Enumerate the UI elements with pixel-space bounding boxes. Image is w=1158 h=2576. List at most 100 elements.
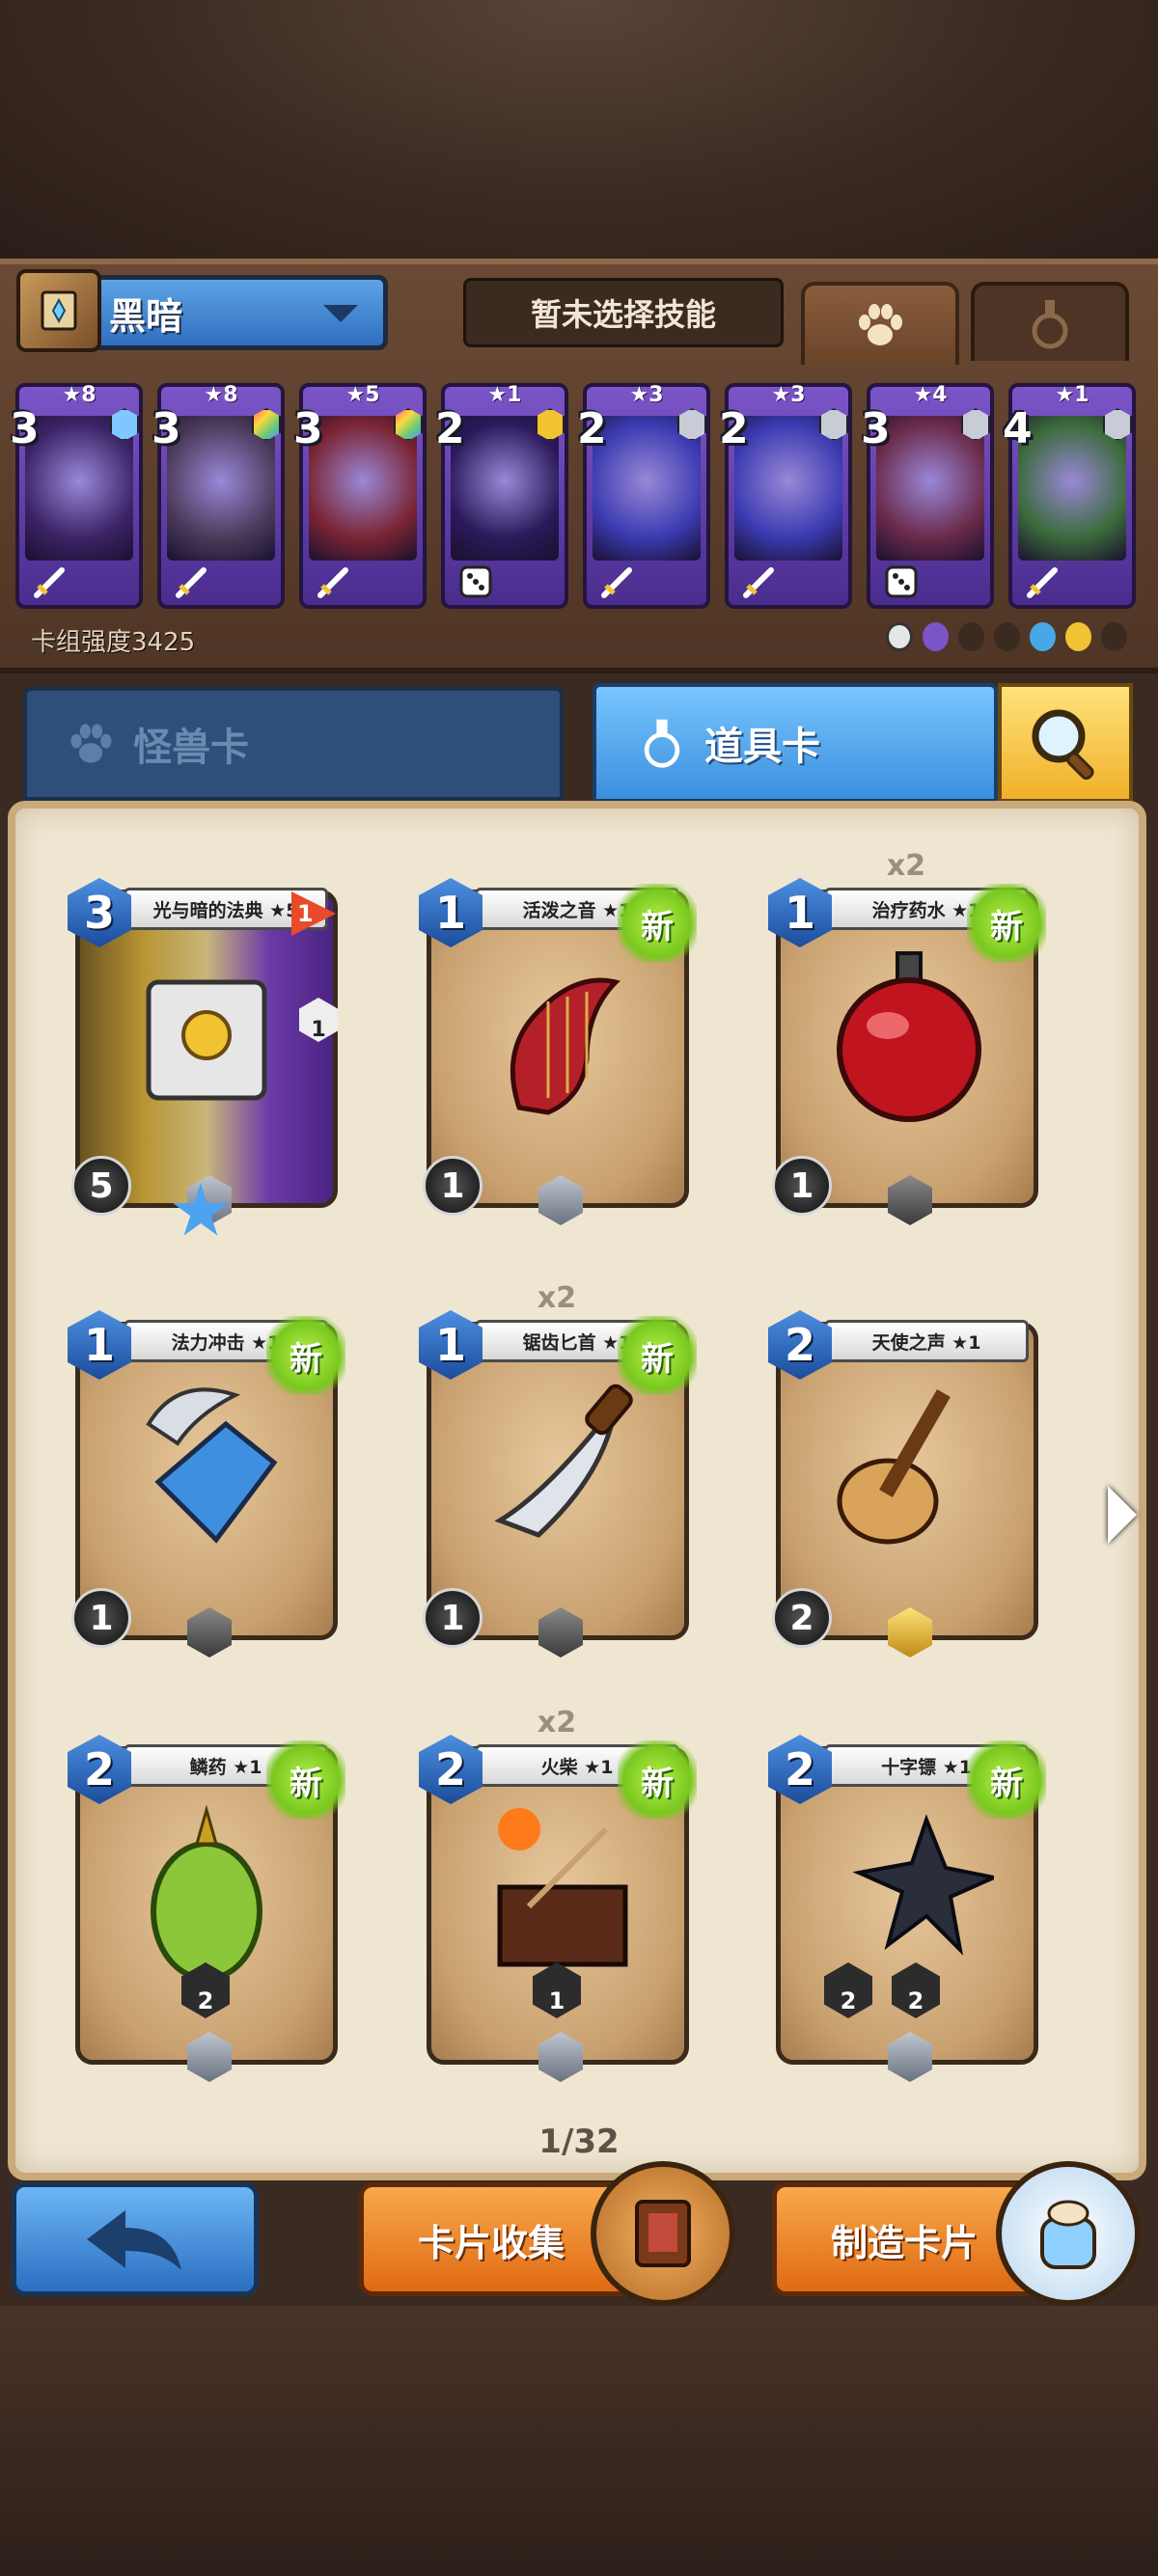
deck-card[interactable]: ★3 2: [577, 379, 710, 611]
item-art: [497, 1808, 628, 1967]
rarity-filter-icons: [886, 622, 1128, 657]
item-card[interactable]: x2 治疗药水 ★1 1 新 1: [766, 849, 1046, 1225]
card-stat: 1: [772, 1156, 832, 1216]
card-collection-panel: 光与暗的法典 ★5 3 5 1 1 活泼之音 ★1 1 新 1 x2 治疗药水 ★1 1 新 1 法力冲击 …: [8, 801, 1146, 2180]
deck-card-cost: 2: [435, 404, 465, 453]
card-stat: 2: [772, 1588, 832, 1648]
sword-icon: [315, 562, 353, 601]
monster-art: [451, 416, 559, 561]
item-card[interactable]: 法力冲击 ★1 1 新 1: [66, 1289, 345, 1658]
item-card[interactable]: 鳞药 ★1 2 新 2: [66, 1713, 345, 2082]
paw-jar-icon[interactable]: [996, 2161, 1141, 2306]
deck-card-cost: 3: [152, 404, 181, 453]
item-art: [494, 1384, 633, 1538]
next-page-arrow[interactable]: [1108, 1486, 1137, 1544]
new-badge: 新: [618, 1316, 697, 1395]
top-background: [0, 0, 1158, 260]
deck-card[interactable]: ★8 3: [152, 379, 285, 611]
potion-icon: [1032, 300, 1068, 349]
card-stat: 1: [423, 1588, 482, 1648]
common-icon: [886, 622, 913, 651]
monster-art: [167, 416, 275, 561]
monster-art: [309, 416, 417, 561]
item-art: [852, 1814, 994, 1956]
faction-dropdown[interactable]: 黑暗: [16, 269, 388, 352]
copy-count: x2: [537, 1281, 577, 1315]
item-art: [146, 1387, 278, 1544]
card-book-icon[interactable]: [591, 2161, 735, 2306]
water-icon: [1029, 622, 1056, 651]
dice-icon: [882, 562, 921, 601]
monster-art: [25, 416, 133, 561]
sword-icon: [31, 562, 69, 601]
tab-item-cards[interactable]: 道具卡: [593, 683, 998, 803]
paw-icon: [859, 304, 902, 345]
flame-icon: [1100, 622, 1128, 651]
page-indicator: 1/32: [538, 2123, 620, 2161]
deck-card[interactable]: ★1 4: [1003, 379, 1136, 611]
sword-icon: [173, 562, 211, 601]
copy-count: x2: [886, 849, 926, 883]
tab-monster-cards[interactable]: 怪兽卡: [23, 687, 564, 801]
item-art: [837, 1389, 951, 1545]
skill-selector[interactable]: 暂未选择技能: [463, 278, 784, 347]
item-art: [146, 979, 267, 1101]
deck-card-cost: 3: [10, 404, 40, 453]
card-collection-label: 卡片收集: [418, 2221, 565, 2264]
item-card[interactable]: 天使之声 ★1 2 2: [766, 1289, 1046, 1658]
item-card[interactable]: 活泼之音 ★1 1 新 1: [417, 857, 697, 1225]
deck-card[interactable]: ★1 2: [435, 379, 568, 611]
back-arrow-icon: [87, 2210, 181, 2270]
sword-icon: [1024, 562, 1062, 601]
bottom-background: [0, 2306, 1158, 2576]
card-stat: 1: [71, 1588, 131, 1648]
new-badge: 新: [967, 884, 1046, 963]
monster-art: [593, 416, 701, 561]
new-badge: 新: [618, 1740, 697, 1820]
paw-icon: [70, 724, 112, 763]
card-name: 天使之声 ★1: [824, 1320, 1029, 1362]
craft-card-label: 制造卡片: [831, 2221, 979, 2264]
item-art: [837, 951, 981, 1122]
deck-card-cost: 2: [577, 404, 607, 453]
fire-icon: [993, 622, 1020, 651]
deck-card-cost: 2: [719, 404, 749, 453]
back-button[interactable]: [12, 2182, 259, 2296]
sword-icon: [740, 562, 779, 601]
deck-power: 卡组强度3425: [31, 628, 196, 657]
item-art: [510, 977, 620, 1115]
deck-card-cost: 3: [293, 404, 323, 453]
faction-label: 黑暗: [109, 294, 183, 338]
new-badge: 新: [266, 1316, 345, 1395]
dice-icon: [456, 562, 495, 601]
item-card[interactable]: 十字镖 ★1 2 新 2 2: [766, 1713, 1046, 2082]
tab-item-skills[interactable]: [971, 282, 1129, 361]
deck-card-row: ★8 3 ★8 3 ★5 3 ★1 2 ★3 2 ★3 2 ★4 3 ★1 4: [10, 379, 1144, 611]
copy-count: x2: [537, 1706, 577, 1740]
tab-monster-label: 怪兽卡: [133, 726, 249, 770]
deck-card[interactable]: ★8 3: [10, 379, 143, 611]
potion-icon: [644, 719, 680, 768]
wind-icon: [1064, 622, 1091, 651]
deck-card[interactable]: ★5 3: [293, 379, 427, 611]
card-stat: 5: [71, 1156, 131, 1216]
dark-icon: [922, 622, 949, 651]
chevron-down-icon: [323, 305, 358, 322]
monster-art: [734, 416, 842, 561]
search-button[interactable]: [998, 683, 1133, 803]
tab-monster-skills[interactable]: [801, 282, 959, 365]
item-card[interactable]: x2 锯齿匕首 ★1 1 新 1: [417, 1281, 697, 1658]
item-art: [151, 1804, 262, 1982]
tab-item-label: 道具卡: [704, 725, 820, 769]
item-card[interactable]: x2 火柴 ★1 2 新 1: [417, 1706, 697, 2082]
monster-art: [1018, 416, 1126, 561]
search-icon: [1032, 709, 1094, 781]
card-stat: 1: [423, 1156, 482, 1216]
new-badge: 新: [618, 884, 697, 963]
item-card[interactable]: 光与暗的法典 ★5 3 5 1 1: [66, 857, 345, 1236]
new-badge: 新: [266, 1740, 345, 1820]
sword-icon: [598, 562, 637, 601]
beast-icon: [957, 622, 984, 651]
deck-card[interactable]: ★3 2: [719, 379, 852, 611]
deck-card[interactable]: ★4 3: [861, 379, 994, 611]
